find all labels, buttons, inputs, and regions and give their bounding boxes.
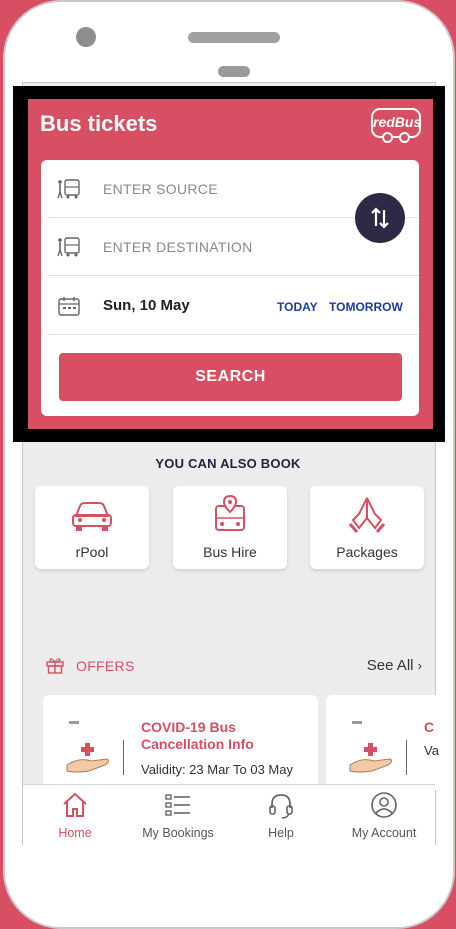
- headset-icon: [269, 794, 293, 819]
- also-book-heading: YOU CAN ALSO BOOK: [155, 456, 301, 471]
- tile-label: rPool: [75, 544, 109, 560]
- search-button[interactable]: SEARCH: [59, 353, 402, 401]
- tile-label: Bus Hire: [203, 544, 257, 560]
- offer-card[interactable]: COVID-19 Bus Cancellation Info Validity:…: [43, 695, 318, 790]
- earpiece-speaker: [188, 32, 280, 43]
- proximity-sensor: [218, 66, 250, 77]
- see-all-label: See All: [366, 657, 414, 674]
- booking-header: Bus tickets redBus ENTER SOURCE ENTER DE…: [28, 99, 433, 429]
- swap-arrows-icon: [371, 207, 389, 229]
- today-button[interactable]: TODAY: [277, 300, 318, 314]
- destination-placeholder: ENTER DESTINATION: [103, 238, 253, 255]
- tile-label: Packages: [336, 544, 398, 560]
- bus-stop-icon: [47, 236, 91, 258]
- search-form-card: ENTER SOURCE ENTER DESTINATION Sun, 10 M…: [41, 160, 419, 416]
- car-icon: [72, 502, 112, 531]
- front-camera: [76, 27, 96, 47]
- page-title: Bus tickets: [40, 111, 158, 136]
- bus-hire-tile[interactable]: Bus Hire: [173, 486, 287, 569]
- bus-stop-icon: [47, 178, 91, 200]
- redbus-logo: redBus: [371, 108, 421, 143]
- rpool-tile[interactable]: rPool: [35, 486, 149, 569]
- bus-hire-icon: [215, 494, 245, 531]
- offer-title-line2: Cancellation Info: [141, 736, 254, 752]
- chevron-right-icon: ›: [417, 658, 422, 673]
- see-all-link[interactable]: See All ›: [367, 657, 422, 674]
- offer-validity: Validity: 23 Mar To 03 May: [141, 762, 293, 777]
- swap-button[interactable]: [355, 193, 405, 243]
- divider: [123, 740, 124, 775]
- selected-date: Sun, 10 May: [103, 297, 190, 314]
- nav-home[interactable]: Home: [25, 791, 125, 840]
- nav-my-bookings[interactable]: My Bookings: [128, 791, 228, 840]
- offer-validity: Va: [424, 743, 439, 758]
- account-icon: [371, 792, 397, 818]
- nav-my-account[interactable]: My Account: [334, 791, 434, 840]
- folded-hands-icon: [348, 497, 386, 533]
- nav-label: My Account: [351, 826, 417, 840]
- offers-header: OFFERS See All ›: [46, 656, 422, 676]
- bottom-navigation: Home My Bookings Help My Account: [23, 784, 435, 845]
- gift-icon: [46, 658, 64, 674]
- offer-title: COVID-19 Bus Cancellation Info: [141, 719, 254, 753]
- nav-help[interactable]: Help: [231, 791, 331, 840]
- offers-title: OFFERS: [76, 658, 135, 674]
- list-icon: [165, 794, 190, 816]
- nav-label: My Bookings: [142, 826, 214, 840]
- calendar-icon: [47, 296, 91, 316]
- offer-title: C: [424, 719, 435, 735]
- home-icon: [63, 792, 87, 817]
- divider: [406, 740, 407, 775]
- offer-card[interactable]: C Va: [326, 695, 446, 790]
- source-placeholder: ENTER SOURCE: [103, 180, 218, 197]
- nav-label: Home: [58, 826, 92, 840]
- offer-title-line1: COVID-19 Bus: [141, 719, 236, 735]
- nav-label: Help: [268, 826, 294, 840]
- tomorrow-button[interactable]: TOMORROW: [329, 300, 403, 314]
- offer-hand-icon: [349, 721, 393, 773]
- packages-tile[interactable]: Packages: [310, 486, 424, 569]
- offer-hand-icon: [66, 721, 110, 773]
